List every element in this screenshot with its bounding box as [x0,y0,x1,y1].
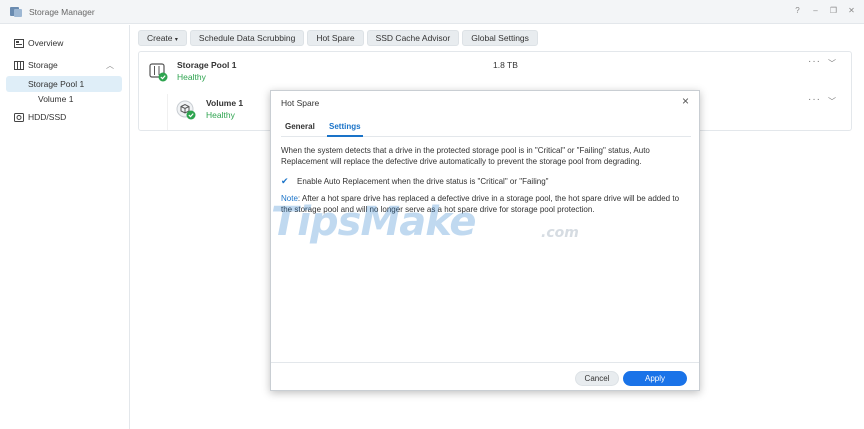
hot-spare-button[interactable]: Hot Spare [307,30,364,46]
chevron-up-icon[interactable]: ︿ [106,60,114,71]
title-bar: Storage Manager ? – ❐ ✕ [0,0,864,24]
ssd-cache-advisor-button[interactable]: SSD Cache Advisor [366,30,460,46]
help-icon[interactable]: ? [793,5,802,16]
dialog-title: Hot Spare [281,98,320,108]
sidebar-item-volume-1[interactable]: Volume 1 [0,91,130,107]
volume-icon [176,100,196,120]
more-options-icon[interactable]: ··· [808,94,821,105]
hot-spare-dialog: Hot Spare × General Settings When the sy… [270,90,700,391]
sidebar-item-label: HDD/SSD [28,112,67,122]
create-button[interactable]: Create ▾ [138,30,187,46]
dialog-tabs: General Settings [281,117,691,137]
chevron-down-icon[interactable]: ﹀ [828,58,836,69]
sidebar: Overview Storage ︿ Storage Pool 1 Volume… [0,25,130,429]
minimize-icon[interactable]: – [811,5,820,16]
volume-status: Healthy [206,110,235,120]
sidebar-item-label: Storage [28,60,58,70]
tab-general[interactable]: General [285,122,315,131]
close-icon[interactable]: × [682,94,689,108]
storage-manager-icon [10,7,22,17]
chevron-down-icon[interactable]: ﹀ [828,96,836,107]
storage-pool-row[interactable]: Storage Pool 1 Healthy 1.8 TB ··· ﹀ [139,56,851,94]
dialog-description: When the system detects that a drive in … [281,146,650,166]
tab-settings[interactable]: Settings [327,122,363,137]
schedule-data-scrubbing-button[interactable]: Schedule Data Scrubbing [189,30,305,46]
apply-button[interactable]: Apply [623,371,687,386]
sidebar-item-overview[interactable]: Overview [0,35,130,51]
sidebar-item-hdd-ssd[interactable]: HDD/SSD [0,109,130,125]
watermark-domain: .com [541,225,579,241]
sidebar-item-label: Storage Pool 1 [28,79,85,89]
dialog-footer: Cancel Apply [271,362,699,392]
app-title: Storage Manager [29,7,95,17]
more-options-icon[interactable]: ··· [808,56,821,67]
pool-status: Healthy [177,72,206,82]
hdd-icon [14,112,24,122]
overview-icon [14,38,24,48]
caret-down-icon: ▾ [174,37,178,43]
storage-icon [14,60,24,70]
storage-pool-icon [149,63,168,82]
checkbox-label: Enable Auto Replacement when the drive s… [297,176,549,186]
sidebar-item-storage[interactable]: Storage ︿ [0,57,130,73]
volume-name: Volume 1 [206,98,244,108]
global-settings-button[interactable]: Global Settings [462,30,538,46]
pool-size: 1.8 TB [493,60,518,70]
maximize-icon[interactable]: ❐ [829,5,838,16]
auto-replacement-checkbox[interactable]: ✔ Enable Auto Replacement when the drive… [281,175,548,187]
cancel-button[interactable]: Cancel [575,371,619,386]
sidebar-item-label: Overview [28,38,64,48]
close-window-icon[interactable]: ✕ [847,5,856,16]
sidebar-item-storage-pool-1[interactable]: Storage Pool 1 [6,76,122,92]
checkmark-icon: ✔ [281,175,289,186]
pool-name: Storage Pool 1 [177,60,237,70]
toolbar: Create ▾ Schedule Data Scrubbing Hot Spa… [138,30,538,46]
sidebar-item-label: Volume 1 [38,94,74,104]
